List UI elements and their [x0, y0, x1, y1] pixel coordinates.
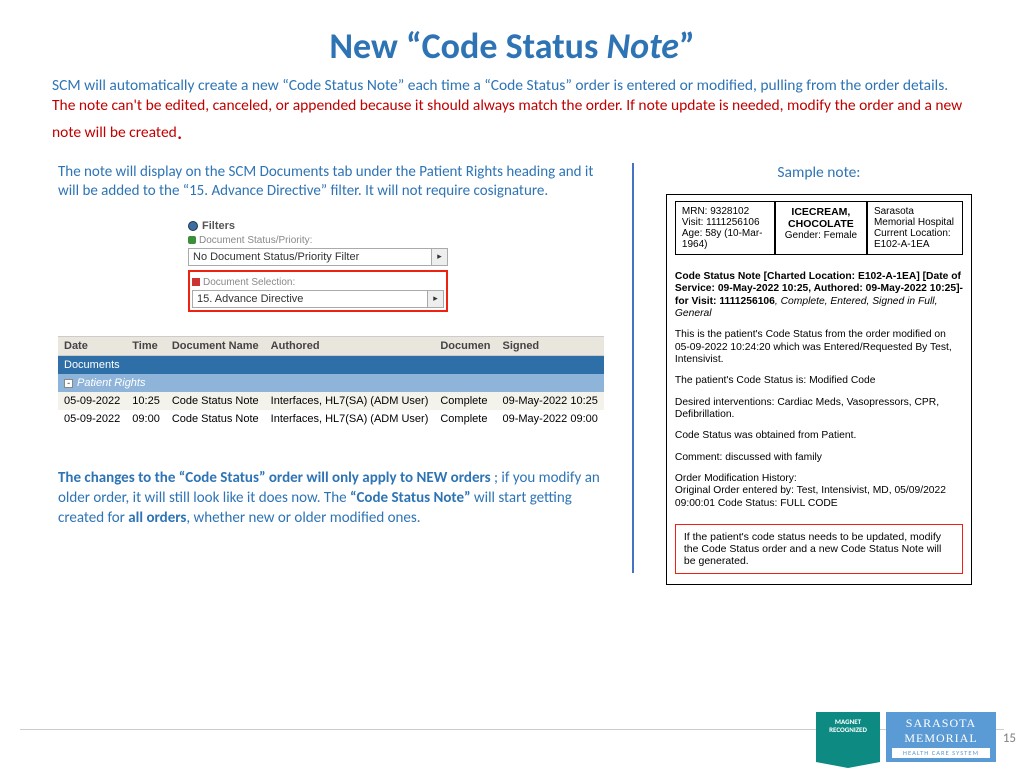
- note-body: Code Status Note [Charted Location: E102…: [675, 271, 963, 574]
- key-icon: [188, 236, 196, 244]
- intro-red: The note can't be edited, canceled, or a…: [52, 96, 962, 142]
- note-footnote: If the patient's code status needs to be…: [675, 524, 963, 574]
- filter-selection-dropdown[interactable]: 15. Advance Directive ▸: [192, 290, 444, 308]
- page-number: 15: [1003, 731, 1016, 746]
- slide-footer: MAGNETRECOGNIZED SARASOTA MEMORIAL HEALT…: [0, 712, 1024, 768]
- note-p4: Code Status was obtained from Patient.: [675, 430, 963, 442]
- note-p2: The patient's Code Status is: Modified C…: [675, 375, 963, 387]
- slide-intro: SCM will automatically create a new “Cod…: [0, 68, 1024, 145]
- flag-icon: [192, 278, 200, 286]
- sample-note-heading: Sample note:: [666, 163, 972, 182]
- filter-status-value: No Document Status/Priority Filter: [188, 248, 432, 266]
- filters-heading: Filters: [188, 220, 448, 232]
- title-post: ”: [679, 24, 695, 68]
- magnet-badge: MAGNETRECOGNIZED: [816, 712, 880, 762]
- dropdown-arrow-icon[interactable]: ▸: [432, 248, 448, 266]
- filters-panel: Filters Document Status/Priority: No Doc…: [188, 220, 448, 312]
- filter-selection-value: 15. Advance Directive: [192, 290, 428, 308]
- patient-rights-band[interactable]: -Patient Rights: [58, 374, 604, 392]
- note-p1: This is the patient's Code Status from t…: [675, 329, 963, 366]
- column-divider: [632, 163, 634, 573]
- note-title-line: Code Status Note [Charted Location: E102…: [675, 271, 963, 320]
- table-header-row: Date Time Document Name Authored Documen…: [58, 336, 604, 355]
- left-para-1: The note will display on the SCM Documen…: [58, 163, 604, 202]
- documents-table: Date Time Document Name Authored Documen…: [58, 336, 604, 428]
- title-italic: Note: [607, 24, 679, 68]
- col-signed: Signed: [496, 336, 603, 355]
- note-p3: Desired interventions: Cardiac Meds, Vas…: [675, 397, 963, 422]
- note-p7: Original Order entered by: Test, Intensi…: [675, 485, 963, 510]
- note-header-location: Sarasota Memorial Hospital Current Locat…: [867, 201, 963, 255]
- col-docname: Document Name: [166, 336, 265, 355]
- sample-note: MRN: 9328102 Visit: 1111256106 Age: 58y …: [666, 194, 972, 585]
- smh-logo: SARASOTA MEMORIAL HEALTH CARE SYSTEM: [886, 712, 996, 762]
- collapse-icon[interactable]: -: [64, 379, 73, 388]
- col-date: Date: [58, 336, 126, 355]
- intro-blue: SCM will automatically create a new “Cod…: [52, 76, 948, 95]
- slide-title: New “Code Status Note”: [0, 0, 1024, 68]
- table-row[interactable]: 05-09-2022 09:00 Code Status Note Interf…: [58, 410, 604, 428]
- left-para-2: The changes to the “Code Status” order w…: [58, 468, 604, 529]
- note-header-demographics: MRN: 9328102 Visit: 1111256106 Age: 58y …: [675, 201, 775, 255]
- note-header-patient: ICECREAM, CHOCOLATE Gender: Female: [775, 201, 867, 255]
- intro-period: .: [177, 118, 183, 145]
- note-header: MRN: 9328102 Visit: 1111256106 Age: 58y …: [675, 201, 963, 255]
- title-pre: New “Code Status: [329, 24, 606, 68]
- table-row[interactable]: 05-09-2022 10:25 Code Status Note Interf…: [58, 392, 604, 410]
- col-time: Time: [126, 336, 166, 355]
- col-authored: Authored: [265, 336, 435, 355]
- note-p5: Comment: discussed with family: [675, 452, 963, 464]
- dropdown-arrow-icon[interactable]: ▸: [428, 290, 444, 308]
- filter-selection-highlight: Document Selection: 15. Advance Directiv…: [188, 270, 448, 312]
- filter-label-selection: Document Selection:: [192, 277, 444, 288]
- note-p6: Order Modification History:: [675, 473, 963, 485]
- col-status: Documen: [434, 336, 496, 355]
- filters-icon: [188, 221, 198, 231]
- documents-band[interactable]: Documents: [58, 355, 604, 374]
- filter-status-dropdown[interactable]: No Document Status/Priority Filter ▸: [188, 248, 448, 266]
- filter-label-status: Document Status/Priority:: [188, 235, 448, 246]
